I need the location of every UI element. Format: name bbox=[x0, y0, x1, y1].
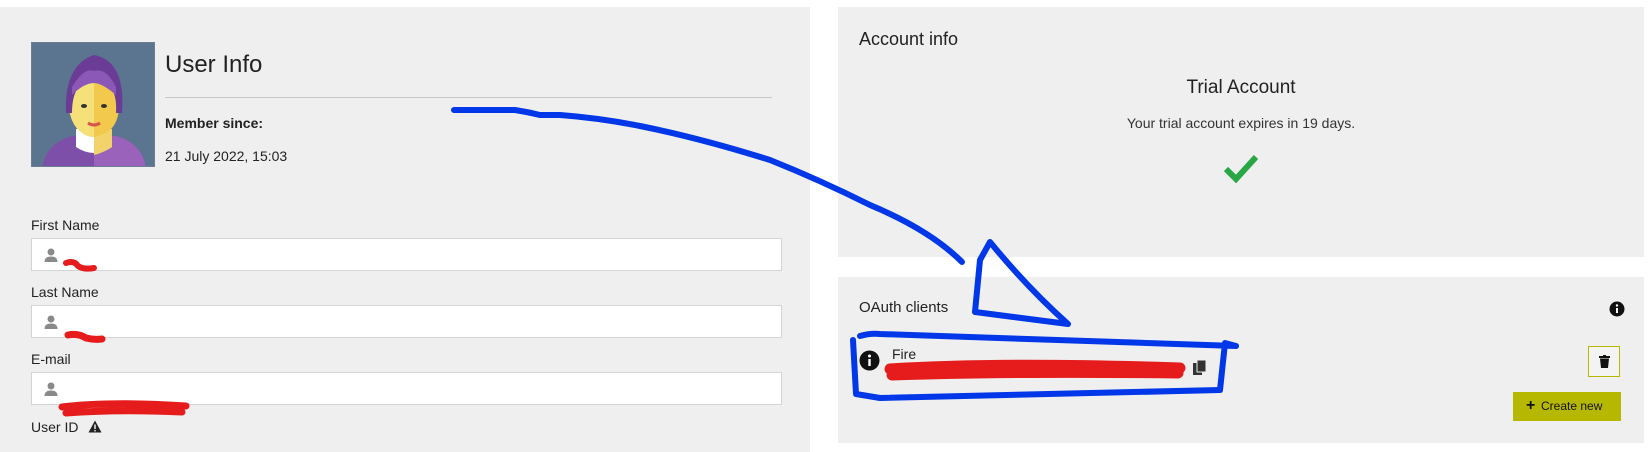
oauth-clients-title: OAuth clients bbox=[859, 299, 949, 316]
last-name-field[interactable] bbox=[31, 305, 782, 338]
email-label: E-mail bbox=[31, 351, 71, 367]
user-id-text: User ID bbox=[31, 419, 79, 435]
avatar bbox=[31, 42, 155, 167]
plan-expiry-text: Your trial account expires in 19 days. bbox=[1126, 115, 1356, 131]
title-divider bbox=[165, 97, 772, 98]
member-since-label: Member since: bbox=[165, 115, 264, 131]
plan-title: Trial Account bbox=[1186, 77, 1296, 98]
account-info-title: Account info bbox=[859, 29, 959, 49]
email-field[interactable] bbox=[31, 372, 782, 405]
last-name-label: Last Name bbox=[31, 284, 99, 300]
first-name-field[interactable] bbox=[31, 238, 782, 271]
client-name: Fire bbox=[892, 346, 917, 362]
user-info-panel: User Info Member since: 21 July 2022, 15… bbox=[0, 7, 810, 452]
user-icon bbox=[44, 248, 58, 262]
last-name-input[interactable] bbox=[66, 306, 766, 337]
first-name-label: First Name bbox=[31, 217, 100, 233]
warning-icon bbox=[88, 420, 102, 433]
create-new-label: Create new bbox=[1541, 399, 1603, 413]
trash-icon bbox=[1599, 355, 1610, 368]
user-icon bbox=[44, 315, 58, 329]
page-title: User Info bbox=[165, 51, 263, 78]
user-id-label: User ID bbox=[31, 419, 102, 435]
info-icon[interactable] bbox=[1609, 301, 1625, 317]
account-info-panel: Account info Trial Account Your trial ac… bbox=[838, 7, 1644, 257]
member-since-value: 21 July 2022, 15:03 bbox=[165, 148, 288, 164]
email-input[interactable] bbox=[66, 373, 766, 404]
copy-icon[interactable] bbox=[1193, 360, 1207, 376]
create-new-button[interactable]: + Create new bbox=[1513, 392, 1621, 421]
first-name-input[interactable] bbox=[66, 239, 766, 270]
plus-icon: + bbox=[1526, 397, 1536, 414]
oauth-clients-panel: OAuth clients Fire + Create new bbox=[838, 277, 1644, 443]
delete-client-button[interactable] bbox=[1588, 346, 1620, 377]
client-info-icon[interactable] bbox=[859, 350, 880, 371]
user-icon bbox=[44, 382, 58, 396]
check-icon bbox=[1224, 154, 1258, 183]
